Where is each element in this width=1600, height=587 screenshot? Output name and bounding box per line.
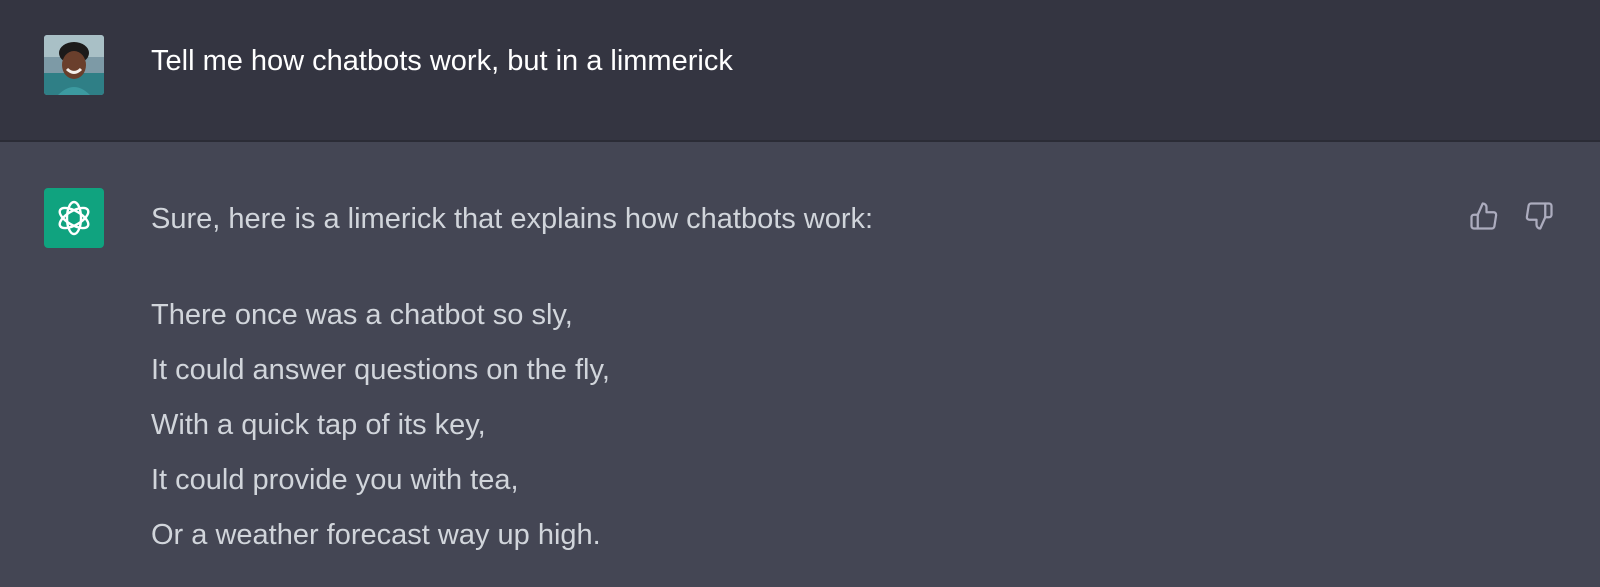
limerick-line: With a quick tap of its key, — [151, 409, 486, 441]
assistant-intro-text: Sure, here is a limerick that explains h… — [151, 203, 874, 235]
openai-logo-icon — [58, 200, 90, 236]
limerick-line: It could provide you with tea, — [151, 464, 519, 496]
user-photo-icon — [44, 35, 104, 95]
limerick-lines: There once was a chatbot so sly, It coul… — [151, 296, 610, 571]
assistant-avatar — [44, 188, 104, 248]
limerick-line: Or a weather forecast way up high. — [151, 519, 601, 551]
user-message-text: Tell me how chatbots work, but in a limm… — [151, 45, 733, 77]
chat-conversation: Tell me how chatbots work, but in a limm… — [0, 0, 1600, 587]
thumbs-down-button[interactable] — [1521, 198, 1557, 234]
user-avatar — [44, 35, 104, 95]
thumbs-down-icon — [1525, 202, 1553, 230]
limerick-line: There once was a chatbot so sly, — [151, 299, 573, 331]
thumbs-up-icon — [1470, 202, 1498, 230]
thumbs-up-button[interactable] — [1466, 198, 1502, 234]
user-message-row: Tell me how chatbots work, but in a limm… — [0, 0, 1600, 142]
limerick-line: It could answer questions on the fly, — [151, 354, 610, 386]
